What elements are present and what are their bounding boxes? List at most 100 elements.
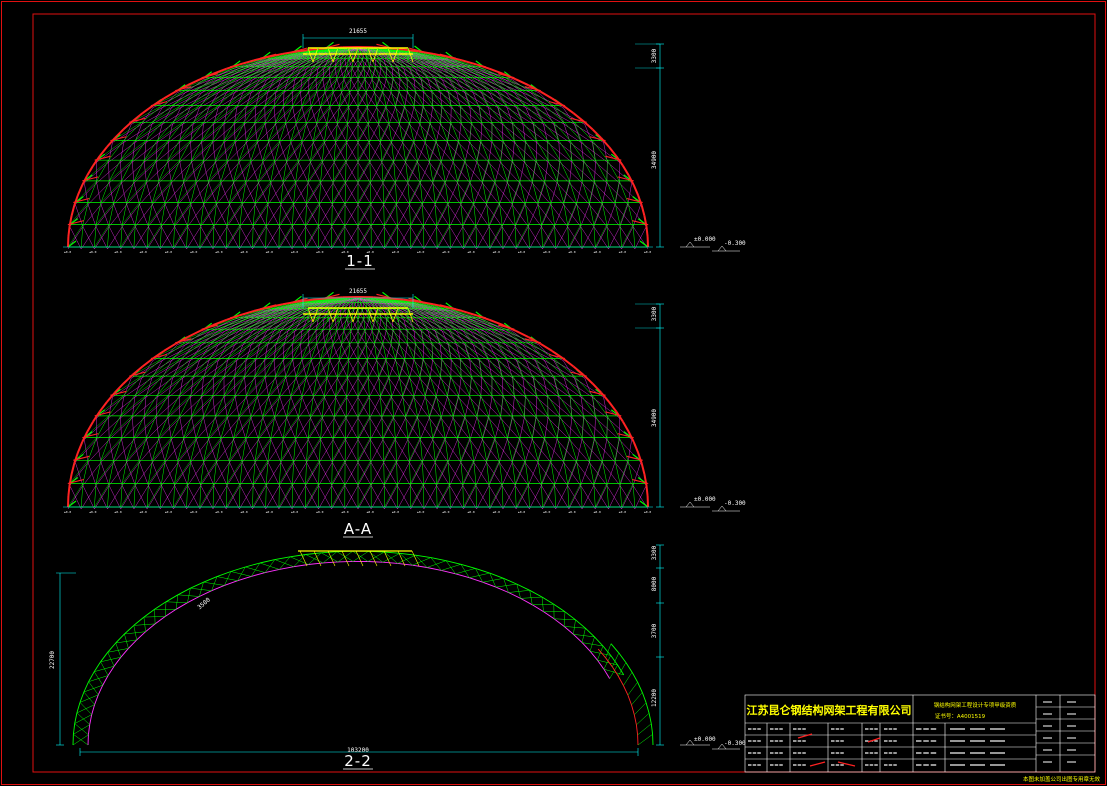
bottom-chord: [108, 485, 121, 510]
bottom-chord: [133, 417, 157, 440]
node-label: ±0.0: [140, 510, 147, 514]
web-member: [357, 122, 369, 141]
web-member: [324, 329, 331, 343]
web-member: [556, 180, 564, 203]
web-member: [120, 395, 136, 417]
web-member: [399, 105, 405, 123]
bottom-chord: [429, 397, 437, 418]
web-member: [571, 160, 583, 182]
bottom-chord: [203, 204, 215, 227]
bottom-chord: [146, 417, 169, 440]
web-member: [432, 160, 442, 181]
bottom-chord: [203, 162, 209, 183]
bottom-chord: [75, 204, 84, 227]
web-member: [278, 483, 293, 508]
web-member: [311, 90, 318, 106]
web-member: [486, 202, 490, 225]
bottom-chord: [135, 485, 148, 510]
bottom-chord: [334, 162, 346, 183]
bottom-chord: [212, 377, 235, 398]
bottom-chord: [335, 377, 348, 398]
web-member: [556, 437, 564, 461]
web-member: [349, 77, 352, 91]
bottom-chord: [152, 204, 162, 227]
top-chord: [115, 633, 125, 644]
web-member: [199, 342, 219, 359]
web-member: [429, 415, 433, 438]
bottom-chord: [457, 417, 466, 440]
web-member: [126, 437, 135, 461]
bottom-chord: [423, 360, 441, 379]
level-symbol: [717, 505, 723, 512]
bottom-chord: [239, 162, 247, 183]
top-chord: [312, 297, 328, 301]
web-member: [488, 202, 500, 225]
bottom-chord: [488, 142, 493, 163]
web-member: [254, 358, 275, 377]
web-member: [422, 358, 431, 377]
bottom-chord: [395, 344, 400, 361]
bottom-chord: [283, 360, 287, 379]
bottom-chord: [335, 397, 347, 418]
bottom-chord: [242, 462, 254, 486]
web-member: [457, 180, 462, 203]
web-member: [434, 77, 441, 91]
bottom-chord: [308, 562, 324, 565]
arc-dim: 3500: [196, 596, 212, 611]
web-member: [279, 376, 287, 396]
web-member: [463, 483, 477, 508]
web-member: [252, 224, 267, 248]
bottom-chord: [191, 162, 197, 183]
bottom-chord: [298, 417, 309, 440]
bottom-chord: [370, 439, 384, 463]
web-member: [480, 140, 489, 161]
web-member: [505, 329, 523, 343]
bottom-chord: [196, 182, 204, 205]
bottom-chord: [462, 485, 477, 510]
web-member: [462, 224, 464, 248]
bottom-chord: [541, 485, 556, 510]
web-member: [339, 342, 350, 359]
node-label: ±0.0: [543, 510, 550, 514]
bottom-chord: [215, 397, 236, 419]
web-member: [383, 202, 385, 225]
bottom-chord: [332, 417, 347, 440]
web-member: [563, 122, 582, 141]
top-chord: [541, 596, 555, 605]
web-member: [374, 342, 377, 359]
web-member: [419, 122, 426, 141]
bottom-chord: [550, 204, 568, 227]
bottom-chord: [257, 397, 264, 418]
web-member: [301, 342, 318, 359]
top-chord: [67, 484, 71, 497]
node-label: ±0.0: [392, 510, 399, 514]
node-label: ±0.0: [190, 250, 197, 254]
web-member: [122, 460, 140, 484]
web-member: [380, 317, 387, 330]
web-member: [515, 202, 526, 225]
bottom-chord: [339, 107, 348, 125]
web-member: [242, 329, 267, 343]
web-member: [135, 460, 140, 484]
web-member: [171, 160, 181, 181]
web-member: [619, 460, 629, 484]
web-member: [132, 140, 147, 161]
web-member: [364, 77, 367, 91]
web-member: [398, 376, 403, 396]
bottom-chord: [275, 378, 281, 398]
bottom-chord: [308, 344, 312, 361]
bottom-chord: [212, 124, 235, 143]
web-member: [388, 58, 399, 67]
web-member: [381, 395, 392, 416]
web-member: [349, 329, 352, 343]
bottom-chord: [295, 182, 307, 205]
bottom-chord: [293, 462, 306, 486]
bottom-chord: [346, 68, 352, 80]
web-member: [464, 342, 480, 359]
bottom-chord: [382, 561, 398, 564]
web-member: [385, 77, 392, 91]
bottom-chord: [481, 124, 504, 143]
bottom-chord: [528, 485, 543, 510]
web-member: [499, 202, 503, 225]
bottom-chord: [488, 485, 504, 510]
